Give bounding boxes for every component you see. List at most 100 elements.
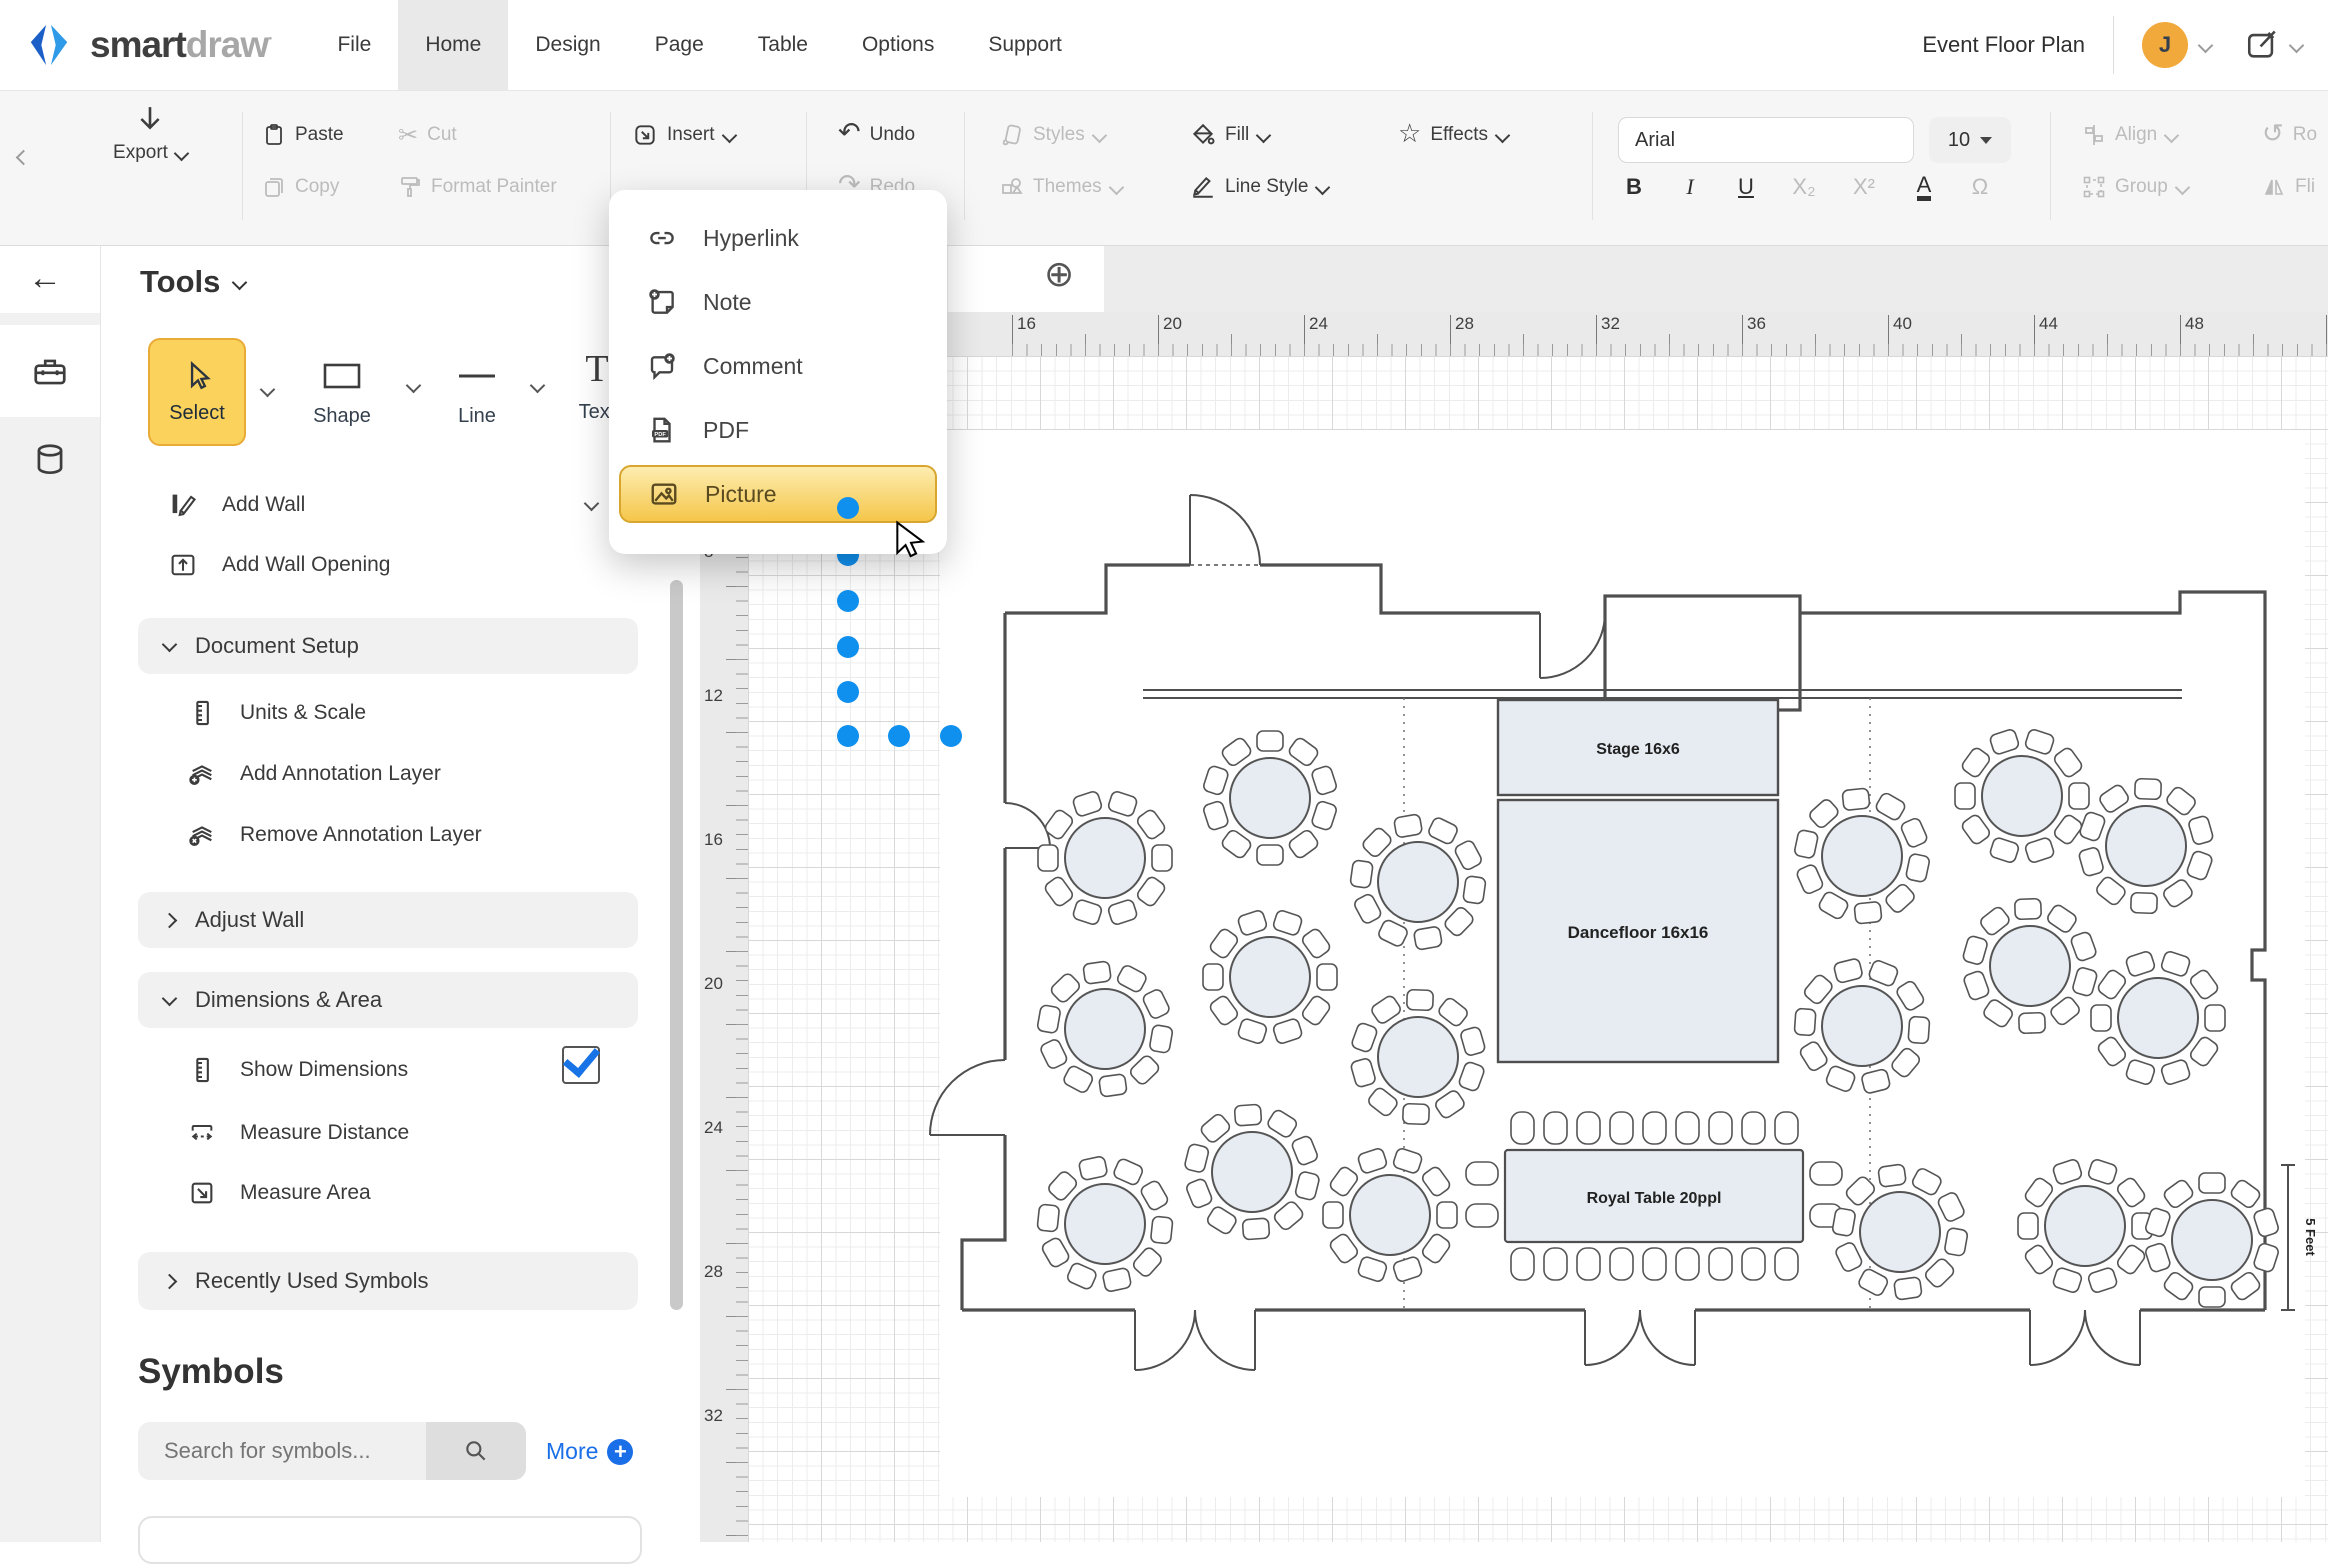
subscript-button[interactable]: X₂	[1782, 166, 1826, 208]
plus-icon: +	[607, 1439, 633, 1465]
round-table[interactable]	[1832, 1164, 1968, 1300]
share-button[interactable]	[2245, 28, 2302, 62]
insert-pdf-item[interactable]: PDF PDF	[609, 398, 947, 462]
rotate-button[interactable]: ↺Ro	[2262, 114, 2317, 156]
round-table[interactable]	[1037, 1156, 1173, 1293]
line-options-chevron[interactable]	[530, 378, 546, 394]
symbol-search-button[interactable]	[426, 1422, 526, 1480]
round-table[interactable]	[2144, 1173, 2279, 1307]
back-arrow-icon[interactable]: ←	[28, 259, 62, 298]
menu-page[interactable]: Page	[628, 0, 731, 90]
line-tool-button[interactable]: Line	[442, 362, 512, 428]
shape-options-chevron[interactable]	[406, 378, 422, 394]
flip-button[interactable]: Fli	[2262, 166, 2315, 208]
format-painter-button[interactable]: Format Painter	[398, 166, 557, 208]
round-table[interactable]	[1037, 961, 1173, 1097]
font-name-input[interactable]	[1618, 117, 1914, 163]
underline-button[interactable]: U	[1724, 166, 1768, 208]
copy-button[interactable]: Copy	[262, 166, 339, 208]
copy-icon	[262, 175, 286, 199]
round-table[interactable]	[1202, 731, 1337, 865]
italic-button[interactable]: I	[1668, 166, 1712, 208]
styles-button[interactable]: Styles	[1000, 114, 1105, 156]
round-table[interactable]	[1962, 899, 2098, 1034]
add-wall-chevron[interactable]	[584, 496, 600, 512]
data-icon[interactable]	[31, 441, 69, 479]
paste-icon	[262, 123, 286, 147]
measure-area-button[interactable]: Measure Area	[188, 1172, 371, 1214]
cut-button[interactable]: ✂Cut	[398, 114, 457, 156]
special-character-button[interactable]: Ω	[1958, 166, 2002, 208]
fill-button[interactable]: Fill	[1190, 114, 1269, 156]
royal-table-shape[interactable]: Royal Table 20ppl	[1505, 1150, 1803, 1242]
paste-button[interactable]: Paste	[262, 114, 344, 156]
add-wall-button[interactable]: Add Wall	[168, 484, 305, 526]
symbol-search-input[interactable]	[138, 1422, 426, 1480]
round-table[interactable]	[1184, 1104, 1320, 1240]
menu-support[interactable]: Support	[961, 0, 1089, 90]
menu-table[interactable]: Table	[731, 0, 835, 90]
remove-annotation-layer-button[interactable]: Remove Annotation Layer	[188, 814, 482, 856]
add-annotation-layer-button[interactable]: Add Annotation Layer	[188, 753, 441, 795]
shape-tool-button[interactable]: Shape	[300, 362, 384, 428]
font-color-button[interactable]: A	[1902, 166, 1946, 208]
symbols-heading: Symbols	[138, 1352, 284, 1392]
round-table[interactable]	[1794, 958, 1930, 1094]
section-adjust-wall[interactable]: Adjust Wall	[138, 892, 638, 948]
account-button[interactable]: J	[2142, 22, 2211, 68]
tools-heading[interactable]: Tools	[140, 264, 245, 300]
insert-picture-item[interactable]: Picture	[619, 465, 937, 523]
round-table[interactable]	[1203, 909, 1337, 1044]
round-table[interactable]	[1038, 790, 1172, 925]
show-dimensions-checkbox[interactable]	[562, 1046, 600, 1084]
round-table[interactable]	[2078, 779, 2214, 914]
round-table[interactable]	[1794, 788, 1931, 924]
more-symbols-link[interactable]: More+	[546, 1438, 633, 1465]
round-table[interactable]	[2091, 950, 2225, 1085]
themes-button[interactable]: Themes	[1000, 166, 1122, 208]
menu-home[interactable]: Home	[398, 0, 508, 90]
select-tool-button[interactable]: Select	[148, 338, 246, 446]
menu-file[interactable]: File	[310, 0, 398, 90]
top-bar: smartdraw· File Home Design Page Table O…	[0, 0, 2328, 91]
themes-icon	[1000, 175, 1024, 199]
section-recently-used-symbols[interactable]: Recently Used Symbols	[138, 1252, 638, 1310]
insert-button[interactable]: Insert	[632, 114, 735, 156]
undo-button[interactable]: ↶Undo	[838, 114, 915, 156]
avatar[interactable]: J	[2142, 22, 2188, 68]
round-table[interactable]	[2018, 1158, 2152, 1293]
bold-button[interactable]: B	[1612, 166, 1656, 208]
section-document-setup[interactable]: Document Setup	[138, 618, 638, 674]
superscript-button[interactable]: X²	[1842, 166, 1886, 208]
insert-comment-item[interactable]: Comment	[609, 334, 947, 398]
cut-icon: ✂	[398, 121, 418, 150]
insert-note-item[interactable]: Note	[609, 270, 947, 334]
font-size-select[interactable]: 10	[1929, 117, 2011, 163]
line-style-button[interactable]: Line Style	[1190, 166, 1328, 208]
toolbox-icon[interactable]	[31, 353, 69, 391]
round-table[interactable]	[1350, 990, 1486, 1125]
smartdraw-wordmark: smartdraw·	[90, 24, 272, 66]
svg-text:PDF: PDF	[654, 432, 666, 438]
round-table[interactable]	[1323, 1147, 1457, 1282]
export-button[interactable]: Export	[90, 104, 210, 164]
styles-icon	[1000, 123, 1024, 147]
menu-design[interactable]: Design	[508, 0, 627, 90]
dancefloor-shape[interactable]: Dancefloor 16x16	[1498, 800, 1778, 1062]
group-button[interactable]: Group	[2082, 166, 2188, 208]
shape-icon	[322, 362, 362, 390]
effects-button[interactable]: ☆ Effects	[1398, 114, 1508, 156]
collapse-toolbar-icon[interactable]	[16, 150, 32, 166]
insert-hyperlink-item[interactable]: Hyperlink	[609, 206, 947, 270]
units-scale-button[interactable]: Units & Scale	[188, 692, 366, 734]
section-dimensions-area[interactable]: Dimensions & Area	[138, 972, 638, 1028]
select-options-chevron[interactable]	[260, 382, 276, 398]
align-button[interactable]: Align	[2082, 114, 2177, 156]
menu-options[interactable]: Options	[835, 0, 961, 90]
add-wall-opening-button[interactable]: Add Wall Opening	[168, 544, 390, 586]
round-table[interactable]	[1350, 814, 1486, 950]
measure-distance-button[interactable]: Measure Distance	[188, 1112, 409, 1154]
stage-shape[interactable]: Stage 16x6	[1498, 700, 1778, 795]
round-table[interactable]	[1955, 728, 2089, 863]
measure-area-icon	[188, 1179, 216, 1207]
